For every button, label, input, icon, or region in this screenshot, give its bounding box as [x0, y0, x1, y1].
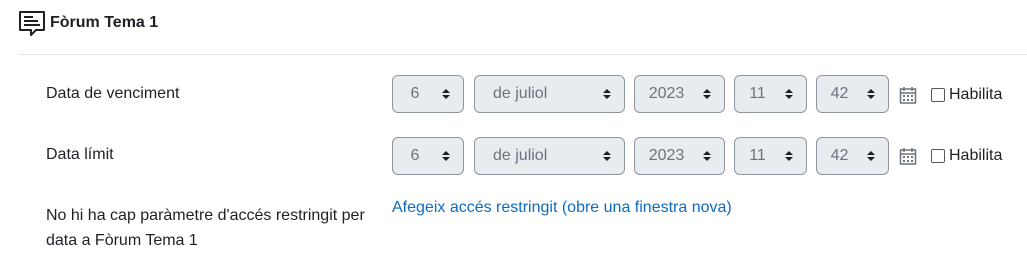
due-date-day-select[interactable]: 6 — [392, 75, 464, 113]
add-restricted-access-link[interactable]: Afegeix accés restringit (obre una fines… — [392, 199, 732, 217]
due-date-hour-value: 11 — [749, 85, 766, 102]
due-date-minute-value: 42 — [830, 85, 849, 102]
cutoff-date-month-select[interactable]: de juliol — [474, 137, 625, 175]
due-date-year-value: 2023 — [648, 85, 685, 102]
forum-icon — [18, 8, 46, 38]
select-arrows-icon — [862, 137, 880, 175]
cutoff-date-hour-select[interactable]: 11 — [734, 137, 807, 175]
cutoff-date-year-select[interactable]: 2023 — [634, 137, 725, 175]
select-arrows-icon — [780, 75, 798, 113]
activity-header: Fòrum Tema 1 — [18, 8, 158, 38]
due-date-month-select[interactable]: de juliol — [474, 75, 625, 113]
select-arrows-icon — [598, 75, 616, 113]
cutoff-date-label: Data límit — [46, 146, 114, 163]
cutoff-date-minute-select[interactable]: 42 — [816, 137, 889, 175]
section-divider — [18, 54, 1027, 55]
restrict-access-text: No hi ha cap paràmetre d'accés restringi… — [46, 207, 365, 249]
due-date-enable-checkbox[interactable] — [931, 88, 945, 102]
cutoff-date-enable-checkbox[interactable] — [931, 149, 945, 163]
select-arrows-icon — [698, 75, 716, 113]
select-arrows-icon — [437, 75, 455, 113]
select-arrows-icon — [780, 137, 798, 175]
select-arrows-icon — [862, 75, 880, 113]
due-date-month-value: de juliol — [493, 85, 548, 102]
due-date-label: Data de venciment — [46, 85, 180, 102]
due-date-minute-select[interactable]: 42 — [816, 75, 889, 113]
due-date-year-select[interactable]: 2023 — [634, 75, 725, 113]
due-date-enable-label[interactable]: Habilita — [949, 86, 1002, 104]
due-date-day-value: 6 — [410, 85, 420, 102]
cutoff-date-day-value: 6 — [410, 147, 420, 164]
cutoff-date-enable-label[interactable]: Habilita — [949, 147, 1002, 165]
select-arrows-icon — [437, 137, 455, 175]
select-arrows-icon — [698, 137, 716, 175]
select-arrows-icon — [598, 137, 616, 175]
due-date-hour-select[interactable]: 11 — [734, 75, 807, 113]
cutoff-date-minute-value: 42 — [830, 147, 849, 164]
calendar-icon[interactable] — [899, 147, 917, 165]
calendar-icon[interactable] — [899, 86, 917, 104]
activity-title: Fòrum Tema 1 — [50, 14, 159, 31]
cutoff-date-year-value: 2023 — [648, 147, 685, 164]
cutoff-date-day-select[interactable]: 6 — [392, 137, 464, 175]
cutoff-date-hour-value: 11 — [749, 147, 766, 164]
cutoff-date-month-value: de juliol — [493, 147, 548, 164]
